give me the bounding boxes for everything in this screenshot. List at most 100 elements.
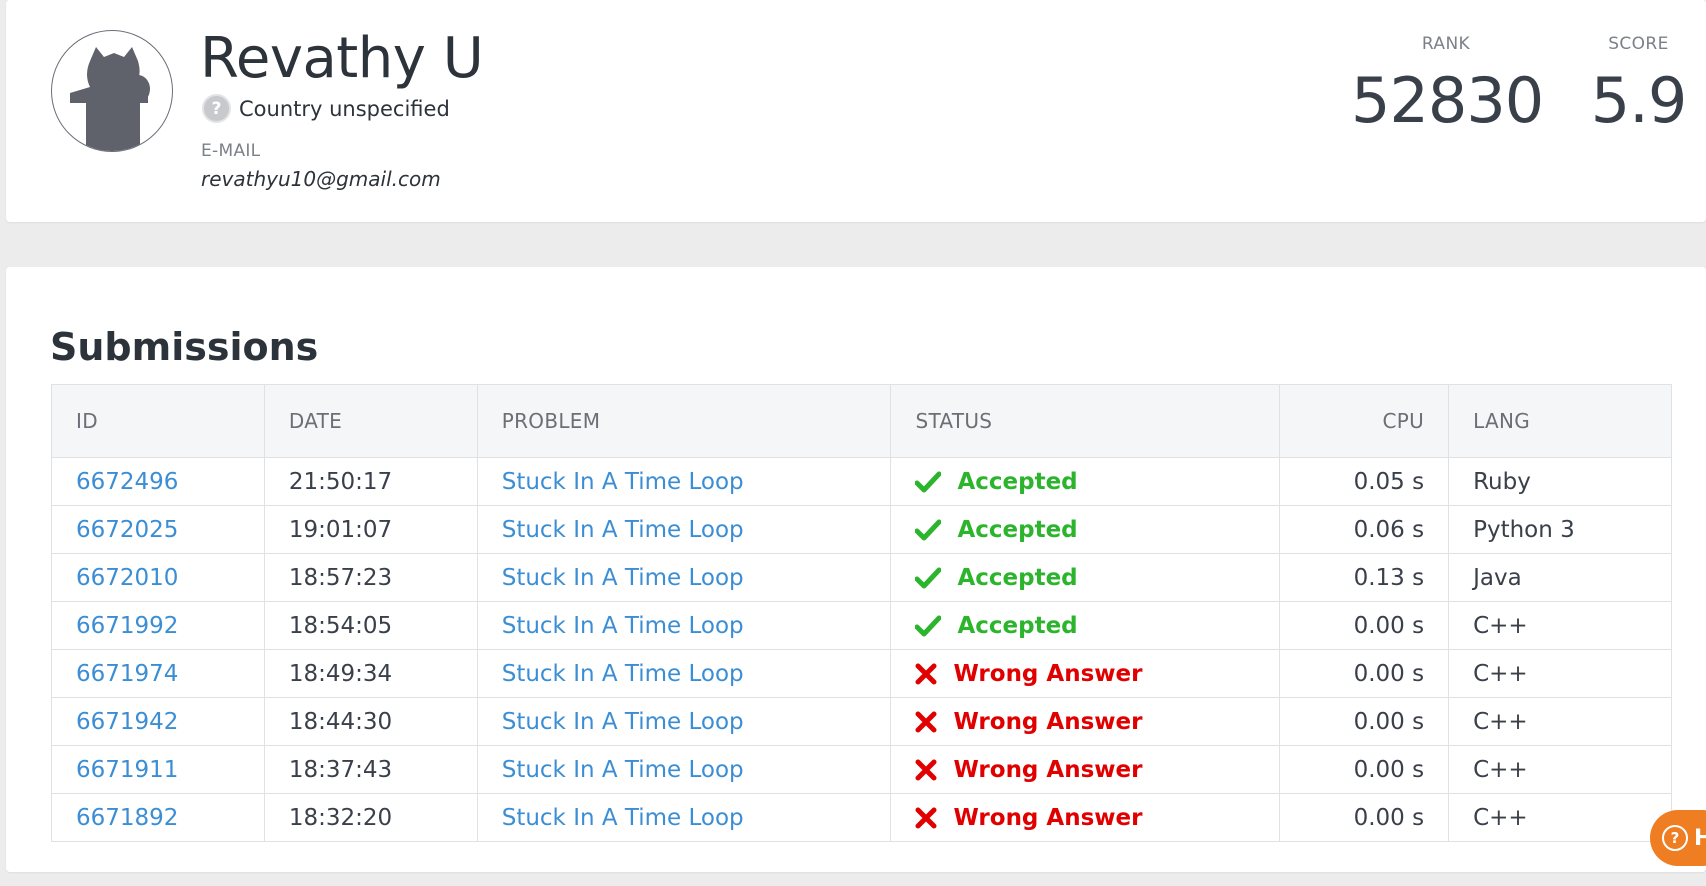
cell-id: 6671992 (51, 601, 265, 650)
cell-id: 6672496 (51, 457, 265, 506)
column-header-problem[interactable]: PROBLEM (476, 384, 892, 458)
submission-id-link[interactable]: 6671911 (76, 757, 178, 783)
submissions-title: Submissions (50, 325, 319, 369)
country-text: Country unspecified (239, 96, 450, 121)
rank-value: 52830 (1351, 64, 1544, 137)
kattis-cat-avatar-icon (70, 47, 150, 151)
table-row: 6671992 18:54:05 Stuck In A Time Loop Accep… (51, 601, 1672, 650)
column-header-date[interactable]: DATE (263, 384, 478, 458)
cell-date: 18:32:20 (263, 793, 478, 842)
submission-id-link[interactable]: 6672010 (76, 565, 178, 591)
problem-link[interactable]: Stuck In A Time Loop (502, 757, 744, 783)
problem-link[interactable]: Stuck In A Time Loop (502, 805, 744, 831)
cell-lang: C++ (1448, 649, 1672, 698)
question-mark-icon: ? (202, 94, 231, 123)
submission-id-link[interactable]: 6672025 (76, 517, 178, 543)
table-row: 6671974 18:49:34 Stuck In A Time Loop Wrong… (51, 649, 1672, 698)
problem-link[interactable]: Stuck In A Time Loop (502, 661, 744, 687)
cell-id: 6671974 (51, 649, 265, 698)
submission-id-link[interactable]: 6672496 (76, 469, 178, 495)
cell-id: 6672010 (51, 553, 265, 602)
cell-cpu: 0.00 s (1279, 697, 1450, 746)
cross-icon (915, 759, 937, 781)
cross-icon (915, 807, 937, 829)
cell-cpu: 0.06 s (1279, 505, 1450, 554)
status-wrapper: Accepted (915, 517, 1255, 543)
table-row: 6671892 18:32:20 Stuck In A Time Loop Wrong… (51, 793, 1672, 842)
status-wrapper: Wrong Answer (915, 757, 1255, 783)
status-text: Accepted (957, 564, 1078, 591)
status-wrapper: Accepted (915, 565, 1255, 591)
checkmark-icon (915, 519, 942, 541)
cell-id: 6671942 (51, 697, 265, 746)
submission-id-link[interactable]: 6671892 (76, 805, 178, 831)
status-wrapper: Accepted (915, 613, 1255, 639)
table-header-row: ID DATE PROBLEM STATUS CPU LANG (51, 384, 1672, 458)
cell-date: 21:50:17 (263, 457, 478, 506)
problem-link[interactable]: Stuck In A Time Loop (502, 517, 744, 543)
cell-problem: Stuck In A Time Loop (476, 745, 892, 794)
submissions-card: Submissions ID DATE PROBLEM STATUS CPU L… (6, 267, 1706, 872)
cross-icon (915, 663, 937, 685)
problem-link[interactable]: Stuck In A Time Loop (502, 469, 744, 495)
status-text: Accepted (957, 612, 1078, 639)
column-header-lang[interactable]: LANG (1448, 384, 1672, 458)
cell-date: 18:44:30 (263, 697, 478, 746)
cell-date: 18:54:05 (263, 601, 478, 650)
status-text: Accepted (957, 468, 1078, 495)
cell-lang: C++ (1448, 697, 1672, 746)
cell-id: 6671892 (51, 793, 265, 842)
table-row: 6672010 18:57:23 Stuck In A Time Loop Accep… (51, 553, 1672, 602)
cell-id: 6672025 (51, 505, 265, 554)
score-stat: SCORE 5.9 (1581, 34, 1696, 132)
cell-status: Wrong Answer (890, 793, 1281, 842)
column-header-status[interactable]: STATUS (890, 384, 1281, 458)
checkmark-icon (915, 615, 942, 637)
help-button-label: H (1694, 825, 1706, 851)
status-wrapper: Wrong Answer (915, 709, 1255, 735)
status-wrapper: Accepted (915, 469, 1255, 495)
table-row: 6672025 19:01:07 Stuck In A Time Loop Accep… (51, 505, 1672, 554)
cell-id: 6671911 (51, 745, 265, 794)
status-text: Accepted (957, 516, 1078, 543)
submission-id-link[interactable]: 6671974 (76, 661, 178, 687)
cell-cpu: 0.00 s (1279, 745, 1450, 794)
cell-lang: Python 3 (1448, 505, 1672, 554)
cell-problem: Stuck In A Time Loop (476, 553, 892, 602)
column-header-cpu[interactable]: CPU (1279, 384, 1450, 458)
table-row: 6671911 18:37:43 Stuck In A Time Loop Wrong… (51, 745, 1672, 794)
profile-name: Revathy U (200, 26, 484, 91)
status-text: Wrong Answer (953, 756, 1143, 783)
cell-cpu: 0.00 s (1279, 601, 1450, 650)
problem-link[interactable]: Stuck In A Time Loop (502, 709, 744, 735)
profile-card: Revathy U ? Country unspecified E-MAIL r… (6, 0, 1706, 222)
checkmark-icon (915, 471, 942, 493)
cell-lang: C++ (1448, 601, 1672, 650)
status-text: Wrong Answer (953, 804, 1143, 831)
cell-problem: Stuck In A Time Loop (476, 505, 892, 554)
cell-problem: Stuck In A Time Loop (476, 793, 892, 842)
cell-problem: Stuck In A Time Loop (476, 601, 892, 650)
column-header-id[interactable]: ID (51, 384, 265, 458)
submission-id-link[interactable]: 6671942 (76, 709, 178, 735)
help-button[interactable]: ? H (1650, 810, 1706, 866)
table-row: 6671942 18:44:30 Stuck In A Time Loop Wrong… (51, 697, 1672, 746)
cell-problem: Stuck In A Time Loop (476, 697, 892, 746)
checkmark-icon (915, 567, 942, 589)
cell-lang: Java (1448, 553, 1672, 602)
cell-problem: Stuck In A Time Loop (476, 649, 892, 698)
cell-cpu: 0.00 s (1279, 793, 1450, 842)
table-row: 6672496 21:50:17 Stuck In A Time Loop Accep… (51, 457, 1672, 506)
cell-status: Accepted (890, 553, 1281, 602)
cell-cpu: 0.05 s (1279, 457, 1450, 506)
cell-date: 18:37:43 (263, 745, 478, 794)
problem-link[interactable]: Stuck In A Time Loop (502, 613, 744, 639)
submissions-table: ID DATE PROBLEM STATUS CPU LANG 6672496 2… (51, 384, 1672, 842)
country-row: ? Country unspecified (202, 94, 450, 123)
cell-status: Accepted (890, 601, 1281, 650)
cell-status: Wrong Answer (890, 745, 1281, 794)
cell-cpu: 0.00 s (1279, 649, 1450, 698)
problem-link[interactable]: Stuck In A Time Loop (502, 565, 744, 591)
score-value: 5.9 (1590, 64, 1688, 137)
submission-id-link[interactable]: 6671992 (76, 613, 178, 639)
